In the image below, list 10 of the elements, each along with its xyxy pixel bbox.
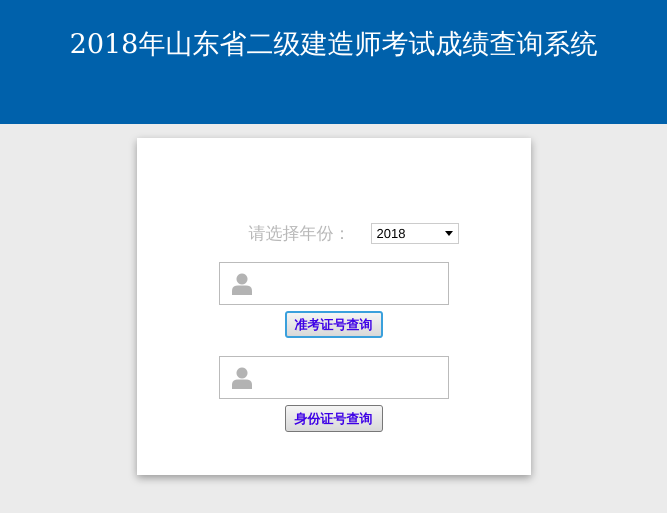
page-title: 2018年山东省二级建造师考试成绩查询系统	[70, 28, 598, 62]
caret-icon	[444, 231, 452, 236]
user-icon	[232, 366, 252, 388]
input-field[interactable]	[218, 262, 448, 305]
year-label: 请选择年份：	[248, 223, 350, 245]
year-dropdown[interactable]: 2018	[370, 223, 458, 244]
input-field[interactable]	[218, 356, 448, 399]
query-button[interactable]: 身份证号查询	[284, 405, 382, 432]
user-icon	[232, 272, 252, 294]
query-button[interactable]: 准考证号查询	[284, 311, 382, 338]
